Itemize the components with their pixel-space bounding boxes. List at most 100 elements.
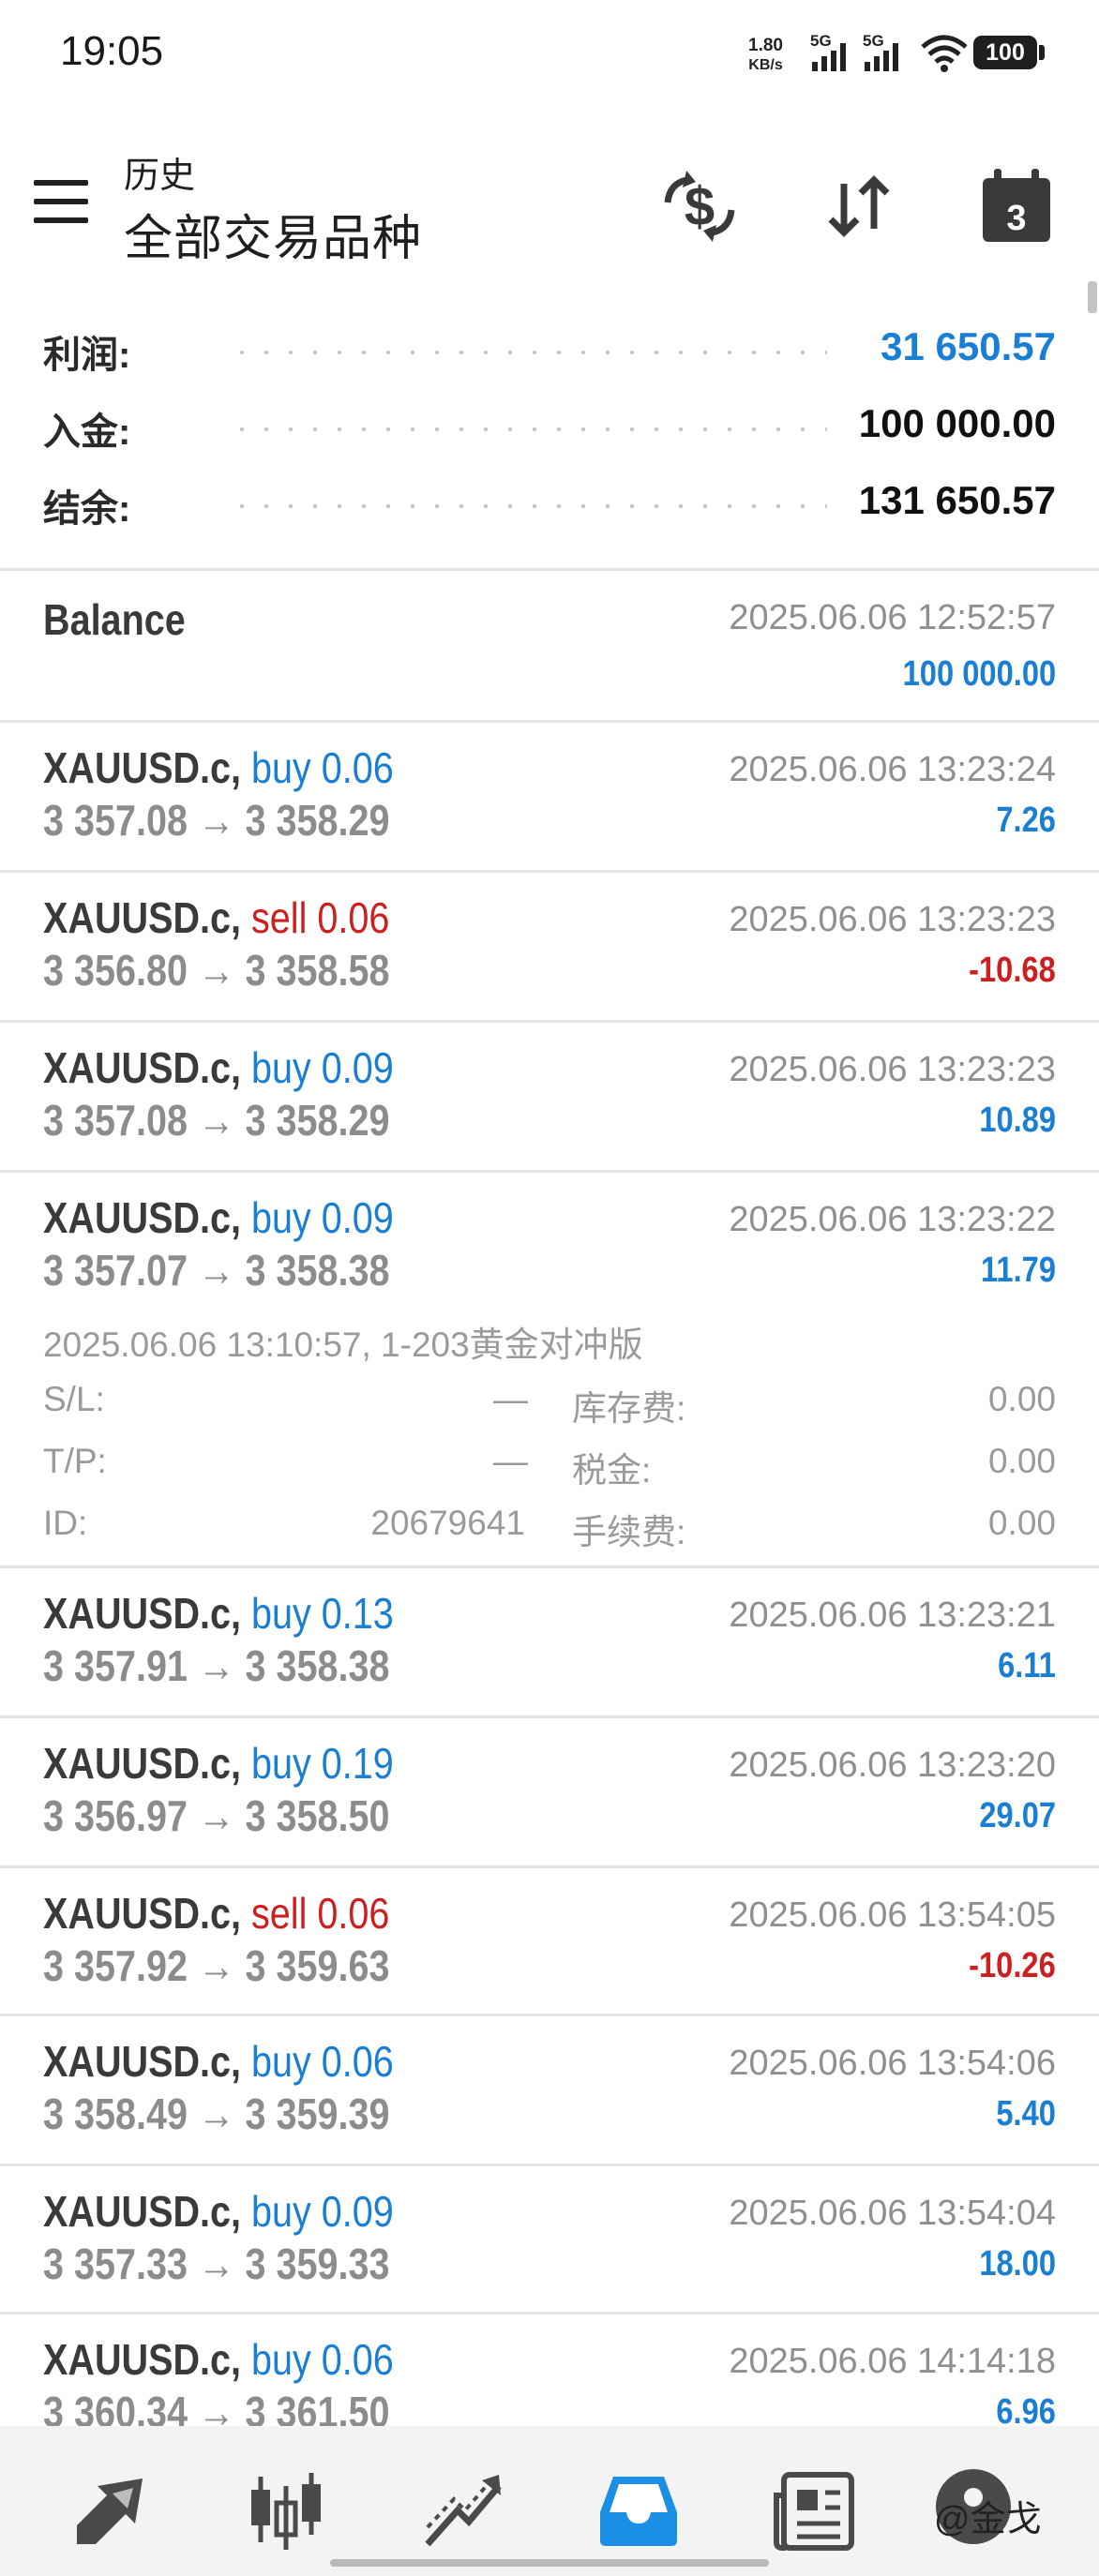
trade-datetime: 2025.06.06 13:23:20	[729, 1745, 1056, 1785]
trade-price: 3 356.97 → 3 358.50	[43, 1791, 390, 1840]
trade-profit: 6.11	[998, 1646, 1056, 1685]
deposit-value: 100 000.00	[858, 401, 1056, 445]
trade-row[interactable]: XAUUSD.c, buy 0.13 3 357.91 → 3 358.38 2…	[0, 1567, 1099, 1715]
deposit-label: 入金:	[43, 412, 131, 453]
page-title[interactable]: 全部交易品种	[124, 199, 422, 269]
trade-profit: 29.07	[979, 1796, 1056, 1835]
trade-row[interactable]: XAUUSD.c, buy 0.06 3 360.34 → 3 361.50 2…	[0, 2314, 1099, 2426]
menu-icon[interactable]	[34, 180, 88, 223]
trade-open-info: 2025.06.06 13:10:57, 1-203黄金对冲版	[43, 1325, 643, 1364]
sl-value: —	[493, 1380, 528, 1418]
tp-value: —	[493, 1442, 528, 1480]
battery-icon: 100	[973, 36, 1037, 69]
calendar-day: 3	[1006, 199, 1027, 238]
commission-value: 0.00	[987, 1504, 1056, 1542]
balance-value: 131 650.57	[858, 478, 1056, 522]
trade-price: 3 357.91 → 3 358.38	[43, 1641, 390, 1690]
id-value: 20679641	[370, 1504, 525, 1542]
trade-title: XAUUSD.c, buy 0.06	[43, 2335, 394, 2384]
tp-label: T/P:	[43, 1442, 107, 1480]
quotes-icon[interactable]	[69, 2467, 154, 2552]
swap-label: 库存费:	[572, 1389, 686, 1428]
summary-profit: 利润: 31 650.57	[0, 324, 1099, 381]
trade-datetime: 2025.06.06 13:54:06	[729, 2044, 1056, 2083]
trade-price: 3 357.08 → 3 358.29	[43, 1096, 390, 1145]
trade-datetime: 2025.06.06 13:23:21	[729, 1595, 1056, 1635]
record-amount: 100 000.00	[902, 654, 1056, 694]
wifi-icon	[919, 34, 970, 78]
trade-profit: -10.26	[969, 1946, 1056, 1985]
sl-label: S/L:	[43, 1380, 105, 1418]
trade-row-expanded[interactable]: XAUUSD.c, buy 0.09 3 357.07 → 3 358.38 2…	[0, 1172, 1099, 1564]
app-bar: 历史 全部交易品种 $ 3	[0, 141, 1099, 272]
trade-profit: 11.79	[981, 1251, 1056, 1290]
trade-datetime: 2025.06.06 13:23:24	[729, 750, 1056, 789]
trade-title: XAUUSD.c, buy 0.06	[43, 743, 394, 792]
trade-datetime: 2025.06.06 13:23:23	[729, 900, 1056, 939]
chart-icon[interactable]	[244, 2467, 328, 2552]
trade-row[interactable]: XAUUSD.c, buy 0.09 3 357.08 → 3 358.29 2…	[0, 1022, 1099, 1170]
tax-label: 税金:	[572, 1451, 652, 1490]
trade-icon[interactable]	[420, 2467, 504, 2552]
trade-datetime: 2025.06.06 14:14:18	[729, 2342, 1056, 2381]
scrollbar[interactable]	[1088, 281, 1097, 313]
history-icon[interactable]	[596, 2467, 681, 2552]
profit-label: 利润:	[43, 335, 131, 376]
trade-price: 3 357.07 → 3 358.38	[43, 1246, 390, 1295]
trade-row[interactable]: XAUUSD.c, buy 0.09 3 357.33 → 3 359.33 2…	[0, 2165, 1099, 2314]
trade-profit: 10.89	[979, 1101, 1056, 1140]
network-speed: 1.80 KB/s	[748, 36, 783, 73]
trade-title: XAUUSD.c, buy 0.09	[43, 1043, 394, 1092]
trade-title: XAUUSD.c, buy 0.19	[43, 1739, 394, 1788]
trade-price: 3 358.49 → 3 359.39	[43, 2089, 390, 2138]
calendar-icon[interactable]: 3	[975, 165, 1058, 247]
trade-price: 3 360.34 → 3 361.50	[43, 2388, 390, 2426]
signal-icon: 5G	[861, 32, 906, 80]
sort-icon[interactable]	[818, 165, 900, 247]
trade-row[interactable]: XAUUSD.c, sell 0.06 3 356.80 → 3 358.58 …	[0, 872, 1099, 1020]
commission-label: 手续费:	[572, 1513, 686, 1551]
trade-title: XAUUSD.c, buy 0.06	[43, 2037, 394, 2086]
trade-price: 3 357.33 → 3 359.33	[43, 2239, 390, 2288]
trade-title: XAUUSD.c, buy 0.09	[43, 1193, 394, 1242]
summary-balance: 结余: 131 650.57	[0, 478, 1099, 534]
trade-title: XAUUSD.c, sell 0.06	[43, 1889, 390, 1938]
swap-value: 0.00	[987, 1380, 1056, 1418]
trade-datetime: 2025.06.06 13:23:23	[729, 1050, 1056, 1089]
trade-price: 3 357.92 → 3 359.63	[43, 1941, 390, 1990]
trade-datetime: 2025.06.06 13:54:04	[729, 2194, 1056, 2233]
currency-exchange-icon[interactable]: $	[658, 165, 741, 247]
news-icon[interactable]	[773, 2467, 857, 2552]
trade-price: 3 356.80 → 3 358.58	[43, 946, 390, 995]
id-label: ID:	[43, 1504, 88, 1542]
balance-label: 结余:	[43, 488, 131, 530]
trade-row[interactable]: XAUUSD.c, buy 0.06 3 357.08 → 3 358.29 2…	[0, 722, 1099, 870]
page-subtitle: 历史	[124, 157, 196, 196]
balance-record[interactable]: Balance 2025.06.06 12:52:57 100 000.00	[0, 570, 1099, 720]
bottom-nav: @金戈	[0, 2426, 1099, 2576]
trade-title: XAUUSD.c, buy 0.09	[43, 2187, 394, 2236]
summary-deposit: 入金: 100 000.00	[0, 401, 1099, 457]
trade-profit: 5.40	[996, 2094, 1056, 2134]
trade-profit: 6.96	[996, 2392, 1056, 2426]
signal-icon: 5G	[808, 32, 853, 80]
trade-datetime: 2025.06.06 13:23:22	[729, 1200, 1056, 1239]
status-time: 19:05	[60, 28, 164, 74]
record-datetime: 2025.06.06 12:52:57	[729, 598, 1056, 637]
trade-row[interactable]: XAUUSD.c, sell 0.06 3 357.92 → 3 359.63 …	[0, 1867, 1099, 2015]
trade-row[interactable]: XAUUSD.c, buy 0.19 3 356.97 → 3 358.50 2…	[0, 1717, 1099, 1865]
record-label: Balance	[43, 595, 186, 644]
trade-profit: -10.68	[969, 951, 1056, 990]
trade-title: XAUUSD.c, buy 0.13	[43, 1589, 394, 1638]
home-indicator[interactable]	[330, 2559, 769, 2567]
trade-price: 3 357.08 → 3 358.29	[43, 796, 390, 845]
status-bar: 19:05 1.80 KB/s 5G 5G 100	[0, 0, 1099, 111]
trade-title: XAUUSD.c, sell 0.06	[43, 893, 390, 942]
watermark: @金戈	[934, 2500, 1042, 2539]
trade-row[interactable]: XAUUSD.c, buy 0.06 3 358.49 → 3 359.39 2…	[0, 2015, 1099, 2164]
tax-value: 0.00	[987, 1442, 1056, 1480]
trade-profit: 18.00	[979, 2244, 1056, 2284]
profit-value: 31 650.57	[881, 324, 1056, 368]
trade-datetime: 2025.06.06 13:54:05	[729, 1895, 1056, 1935]
trade-profit: 7.26	[996, 801, 1056, 840]
